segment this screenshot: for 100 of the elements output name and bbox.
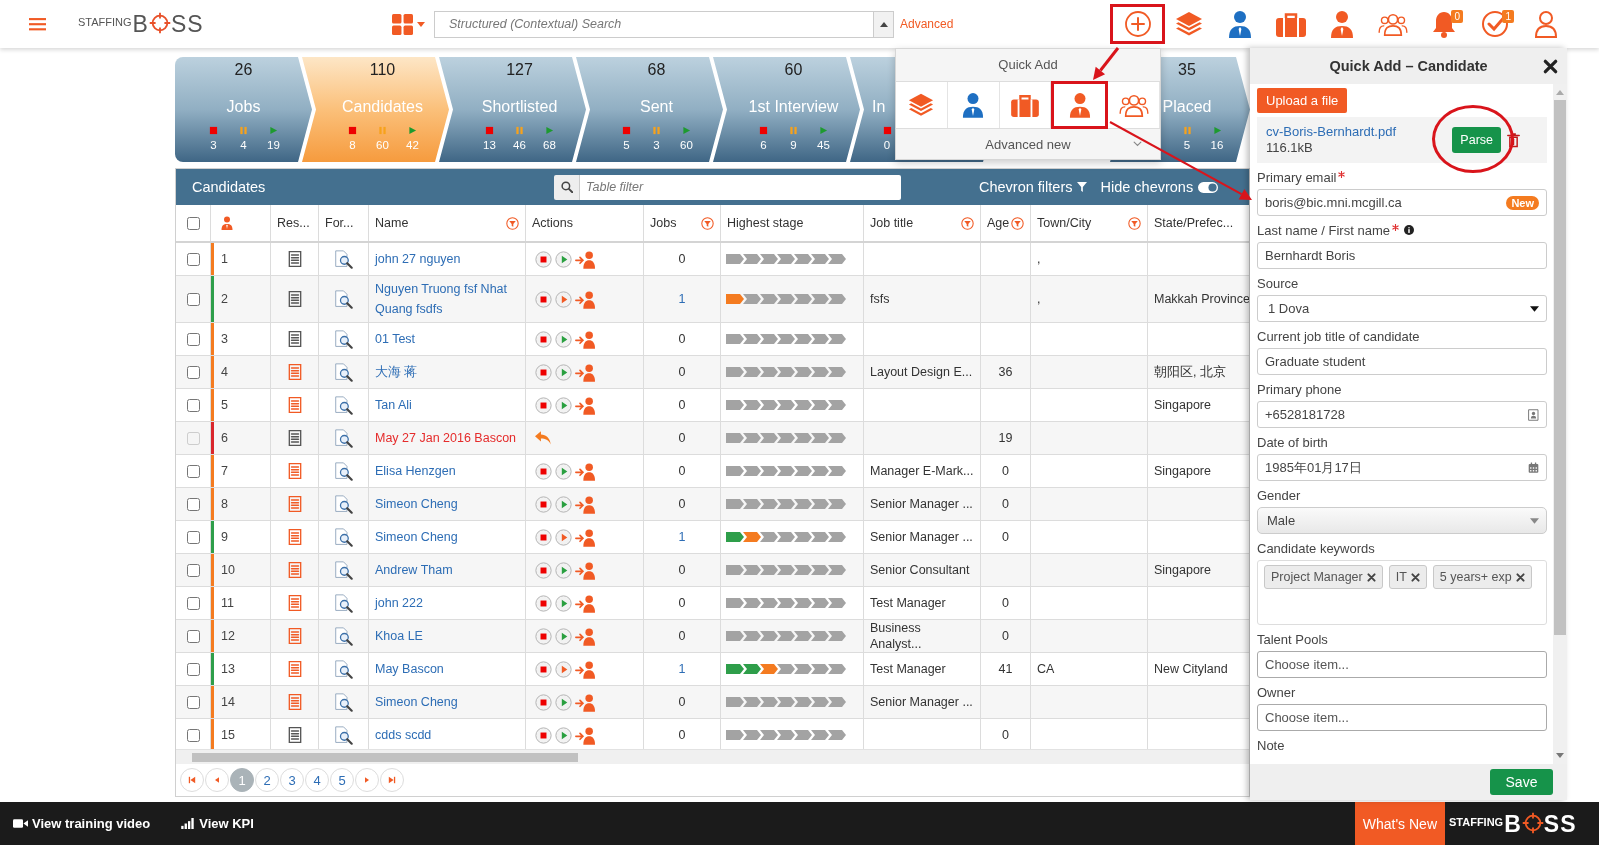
play-icon[interactable] bbox=[555, 528, 572, 546]
preview-icon[interactable] bbox=[334, 249, 353, 269]
play-icon[interactable] bbox=[555, 627, 572, 645]
menu-item[interactable] bbox=[1051, 81, 1109, 129]
stage-chevron[interactable]: 127 Shortlisted 13 46 68 bbox=[439, 57, 586, 162]
text-field[interactable]: Graduate student bbox=[1257, 348, 1547, 375]
column-header[interactable]: Jobs bbox=[650, 216, 677, 230]
remove-icon[interactable] bbox=[1410, 572, 1420, 582]
play-icon[interactable] bbox=[555, 726, 572, 744]
resume-icon[interactable] bbox=[287, 528, 302, 546]
column-header[interactable]: Actions bbox=[532, 216, 573, 230]
stage-chevron[interactable]: 26 Jobs 3 4 19 bbox=[175, 57, 312, 162]
resume-icon[interactable] bbox=[287, 363, 302, 381]
preview-icon[interactable] bbox=[334, 362, 353, 382]
dropdown-field[interactable]: Male bbox=[1257, 507, 1547, 534]
page-button[interactable]: 5 bbox=[330, 768, 354, 792]
play-icon[interactable] bbox=[555, 396, 572, 414]
save-button[interactable]: Save bbox=[1490, 769, 1553, 795]
play-icon[interactable] bbox=[555, 250, 572, 268]
play-icon[interactable] bbox=[555, 561, 572, 579]
dropdown-button[interactable] bbox=[874, 10, 894, 38]
stop-icon[interactable] bbox=[535, 561, 552, 579]
resume-icon[interactable] bbox=[287, 462, 302, 480]
assign-icon[interactable] bbox=[575, 560, 595, 580]
filter-icon[interactable] bbox=[1011, 216, 1024, 230]
candidate-link[interactable]: 01 Test bbox=[375, 326, 416, 352]
play-icon[interactable] bbox=[555, 363, 572, 381]
row-checkbox[interactable] bbox=[186, 728, 200, 742]
upload-button[interactable]: Upload a file bbox=[1257, 88, 1348, 113]
column-header[interactable]: Age bbox=[987, 216, 1010, 230]
advanced-search-link[interactable]: Advanced bbox=[900, 17, 954, 31]
preview-icon[interactable] bbox=[334, 494, 353, 514]
table-filter-field[interactable]: Table filter bbox=[554, 174, 901, 200]
assign-icon[interactable] bbox=[575, 249, 595, 269]
stage-chevron[interactable]: 68 Sent 5 3 60 bbox=[576, 57, 723, 162]
resume-icon[interactable] bbox=[287, 396, 302, 414]
candidate-link[interactable]: Andrew Tham bbox=[375, 557, 453, 583]
page-button[interactable]: 3 bbox=[280, 768, 304, 792]
filter-icon[interactable] bbox=[1128, 216, 1141, 230]
play-icon[interactable] bbox=[555, 330, 572, 348]
assign-icon[interactable] bbox=[575, 362, 595, 382]
assign-icon[interactable] bbox=[575, 659, 595, 679]
advanced-new-link[interactable]: Advanced new bbox=[985, 136, 1071, 152]
dropdown-field[interactable]: 1 Dova bbox=[1257, 295, 1547, 322]
column-header[interactable]: Res... bbox=[277, 216, 310, 230]
candidate-link[interactable]: Tan Ali bbox=[375, 392, 412, 418]
play-icon[interactable] bbox=[555, 660, 572, 678]
play-icon[interactable] bbox=[555, 693, 572, 711]
stop-icon[interactable] bbox=[535, 396, 552, 414]
remove-icon[interactable] bbox=[1366, 572, 1376, 582]
preview-icon[interactable] bbox=[334, 659, 353, 679]
close-icon[interactable] bbox=[1543, 58, 1558, 74]
preview-icon[interactable] bbox=[334, 428, 353, 448]
date-field[interactable]: 1985年01月17日 bbox=[1257, 454, 1547, 481]
assign-icon[interactable] bbox=[575, 725, 595, 745]
candidate-link[interactable]: 大海 蒋 bbox=[375, 359, 418, 385]
stop-icon[interactable] bbox=[535, 726, 552, 744]
candidate-link[interactable]: Simeon Cheng bbox=[375, 689, 458, 715]
preview-icon[interactable] bbox=[334, 593, 353, 613]
assign-icon[interactable] bbox=[575, 692, 595, 712]
filter-icon[interactable] bbox=[961, 216, 974, 230]
row-checkbox[interactable] bbox=[186, 332, 200, 346]
info-icon[interactable] bbox=[1403, 225, 1414, 235]
row-checkbox[interactable] bbox=[186, 662, 200, 676]
calendar-icon[interactable] bbox=[1528, 461, 1539, 474]
assign-icon[interactable] bbox=[575, 461, 595, 481]
chevron-down-icon[interactable] bbox=[1133, 141, 1142, 147]
preview-icon[interactable] bbox=[334, 725, 353, 745]
column-header[interactable]: Highest stage bbox=[727, 216, 804, 230]
toolbar-button[interactable] bbox=[1110, 4, 1165, 44]
resume-icon[interactable] bbox=[287, 693, 302, 711]
resume-icon[interactable] bbox=[287, 290, 302, 308]
preview-icon[interactable] bbox=[334, 692, 353, 712]
resume-icon[interactable] bbox=[287, 495, 302, 513]
resume-icon[interactable] bbox=[287, 660, 302, 678]
scrollbar[interactable] bbox=[176, 749, 1249, 764]
candidate-link[interactable]: john 222 bbox=[375, 590, 423, 616]
scroll-down-icon[interactable] bbox=[1556, 753, 1564, 758]
jobs-count[interactable]: 1 bbox=[678, 662, 686, 676]
trash-icon[interactable] bbox=[1507, 132, 1520, 148]
search-field[interactable]: Structured (Contextual) Search bbox=[434, 10, 874, 38]
row-checkbox[interactable] bbox=[186, 292, 200, 306]
stop-icon[interactable] bbox=[535, 693, 552, 711]
resume-icon[interactable] bbox=[287, 561, 302, 579]
preview-icon[interactable] bbox=[334, 560, 353, 580]
preview-icon[interactable] bbox=[334, 461, 353, 481]
row-checkbox[interactable] bbox=[186, 398, 200, 412]
stop-icon[interactable] bbox=[535, 594, 552, 612]
remove-icon[interactable] bbox=[1515, 572, 1525, 582]
whats-new-button[interactable]: What's New bbox=[1354, 802, 1445, 845]
keyword-tag[interactable]: Project Manager bbox=[1264, 565, 1383, 589]
candidate-link[interactable]: cdds scdd bbox=[375, 722, 432, 748]
assign-icon[interactable] bbox=[575, 593, 595, 613]
first-page-button[interactable] bbox=[180, 768, 204, 792]
kpi-link[interactable]: View KPI bbox=[180, 816, 254, 831]
resume-icon[interactable] bbox=[287, 594, 302, 612]
play-icon[interactable] bbox=[555, 495, 572, 513]
stop-icon[interactable] bbox=[535, 528, 552, 546]
column-header[interactable]: For... bbox=[325, 216, 354, 230]
training-video-link[interactable]: View training video bbox=[13, 816, 151, 831]
